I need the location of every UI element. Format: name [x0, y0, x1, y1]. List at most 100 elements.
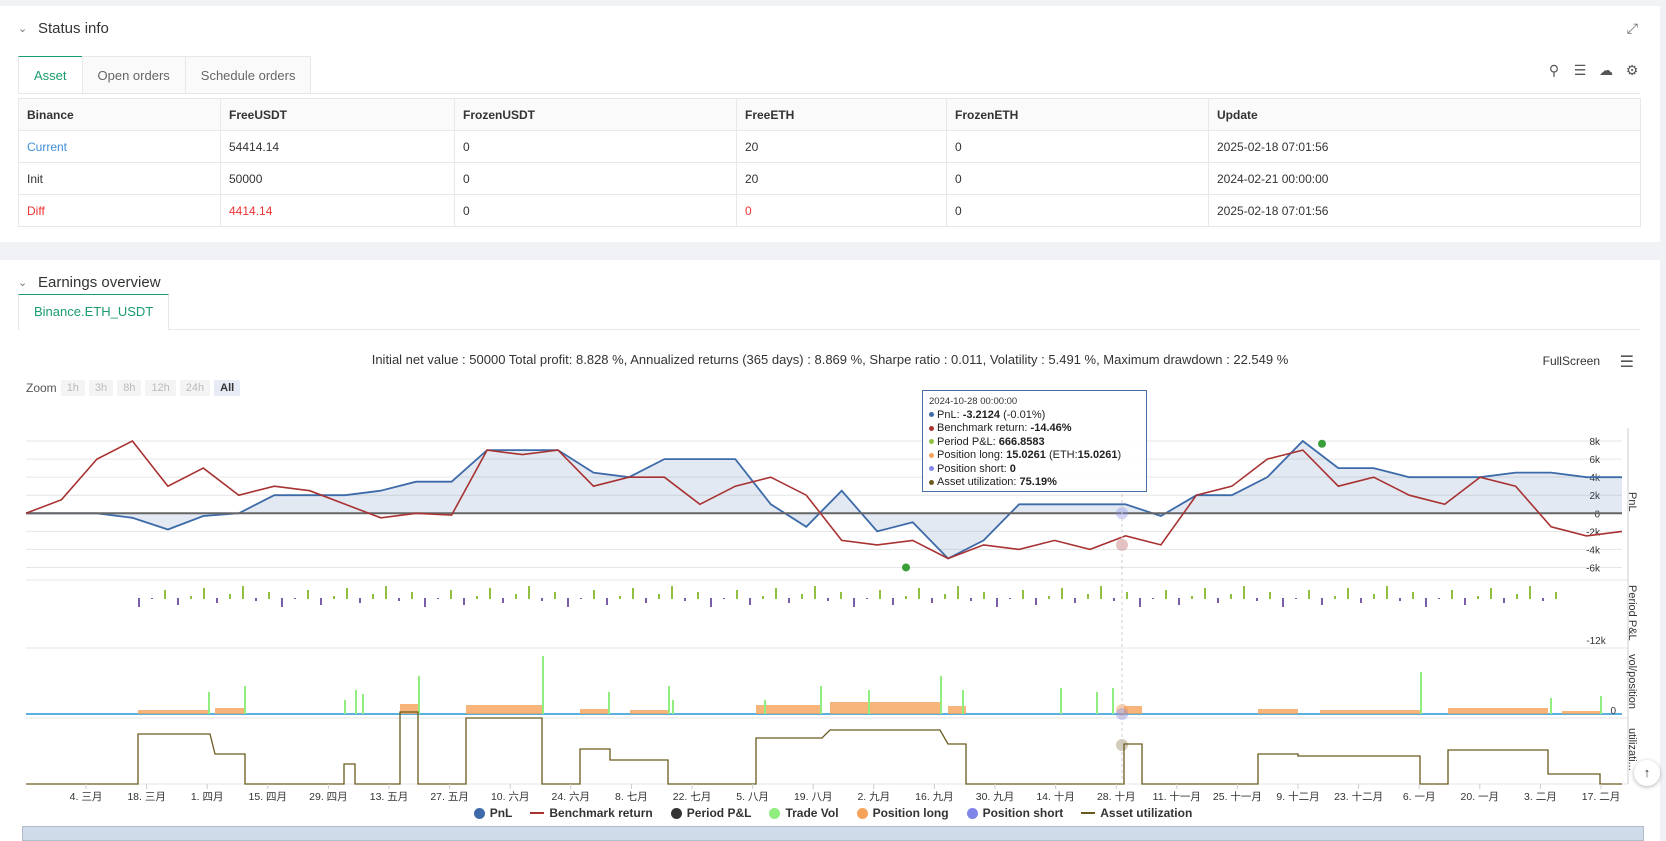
x-tick-label: 16. 九月	[915, 791, 954, 803]
x-tick-label: 24. 六月	[552, 791, 591, 803]
max-marker	[1318, 439, 1326, 448]
period-bar	[1464, 598, 1466, 605]
tooltip-long: Position long: 15.0261 (ETH:15.0261)	[929, 449, 1140, 463]
period-bar	[957, 586, 959, 599]
period-bar	[489, 588, 491, 599]
period-bar	[632, 588, 634, 599]
period-bar	[1022, 590, 1024, 599]
period-bar	[268, 592, 270, 599]
earnings-chart[interactable]: 8k6k4k2k0-2k-4k-6k-12k04. 三月 18. 三月 1. 四月 1…	[0, 0, 1666, 841]
period-bar	[840, 592, 842, 599]
period-bar	[138, 598, 140, 607]
position-long-bar	[580, 709, 610, 714]
period-bar	[1308, 590, 1310, 599]
period-bar	[151, 598, 153, 599]
tooltip-short: Position short: 0	[929, 463, 1140, 477]
legend-benchmark[interactable]: Benchmark return	[530, 806, 653, 820]
position-long-bar	[466, 705, 542, 714]
y-title-period: Period P&L	[1626, 585, 1638, 641]
period-bar	[814, 586, 816, 599]
period-bar	[359, 598, 361, 603]
period-bar	[1035, 598, 1037, 605]
period-bar	[1217, 598, 1219, 603]
x-tick-label: 28. 十月	[1097, 790, 1136, 803]
legend-long[interactable]: Position long	[856, 806, 949, 820]
period-bar	[372, 594, 374, 599]
period-bar	[619, 596, 621, 599]
period-bar	[190, 596, 192, 599]
trade-vol-bar	[608, 692, 610, 714]
legend-short[interactable]: Position short	[966, 806, 1063, 820]
legend-util[interactable]: Asset utilization	[1081, 806, 1192, 820]
legend-period[interactable]: Period P&L	[670, 806, 751, 820]
legend-trade-vol[interactable]: Trade Vol	[769, 806, 839, 820]
period-bar	[1490, 588, 1492, 599]
x-tick-label: 3. 二月	[1524, 791, 1557, 803]
y-tick-label: 0	[1610, 706, 1616, 717]
trade-vol-bar	[820, 686, 822, 714]
period-bar	[866, 598, 868, 599]
period-bar	[905, 596, 907, 599]
x-tick-label: 19. 八月	[794, 791, 833, 803]
period-bar	[437, 598, 439, 599]
x-tick-label: 5. 八月	[736, 791, 769, 803]
period-bar	[1334, 596, 1336, 599]
period-bar	[1321, 598, 1323, 605]
trade-vol-bar	[1600, 696, 1602, 714]
period-bar	[541, 598, 543, 601]
trade-vol-bar	[1060, 688, 1062, 714]
tooltip-pnl: PnL: -3.2124 (-0.01%)	[929, 409, 1140, 423]
min-marker	[902, 563, 910, 572]
period-bar	[879, 590, 881, 599]
period-bar	[567, 598, 569, 607]
trade-vol-bar	[1550, 698, 1552, 714]
period-bar	[1152, 598, 1154, 599]
period-bar	[1243, 586, 1245, 599]
period-bar	[723, 598, 725, 599]
period-bar	[1373, 594, 1375, 599]
period-bar	[1009, 598, 1011, 599]
x-tick-label: 11. 十一月	[1153, 790, 1201, 803]
period-bar	[242, 586, 244, 599]
period-bar	[1542, 598, 1544, 601]
period-bar	[762, 596, 764, 599]
period-bar	[697, 592, 699, 599]
period-bar	[203, 588, 205, 599]
period-bar	[1178, 598, 1180, 605]
x-tick-label: 22. 七月	[673, 791, 712, 803]
period-bar	[1100, 586, 1102, 599]
tooltip-date: 2024-10-28 00:00:00	[929, 396, 1018, 407]
position-long-bar	[1448, 708, 1548, 714]
chart-navigator[interactable]	[22, 826, 1644, 841]
period-bar	[918, 588, 920, 599]
x-tick-label: 6. 一月	[1403, 791, 1436, 803]
tooltip-bench: Benchmark return: -14.46%	[929, 422, 1140, 436]
x-tick-label: 10. 六月	[491, 791, 530, 803]
trade-vol-bar	[344, 700, 346, 714]
period-bar	[1399, 598, 1401, 601]
trade-vol-bar	[868, 690, 870, 714]
trade-vol-bar	[208, 692, 210, 714]
chart-tooltip: 2024-10-28 00:00:00 PnL: -3.2124 (-0.01%…	[922, 390, 1147, 492]
period-bar	[307, 590, 309, 599]
period-bar	[294, 598, 296, 599]
period-bar	[645, 598, 647, 603]
period-bar	[164, 590, 166, 599]
trade-vol-bar	[1096, 692, 1098, 714]
scroll-top-button[interactable]: ↑	[1634, 760, 1660, 786]
period-bar	[853, 598, 855, 607]
period-bar	[1230, 594, 1232, 599]
legend-pnl[interactable]: PnL	[473, 806, 512, 820]
period-bar	[931, 598, 933, 603]
trade-vol-bar	[764, 700, 766, 714]
x-tick-label: 13. 五月	[370, 791, 409, 803]
period-bar	[749, 598, 751, 605]
period-bar	[892, 598, 894, 605]
period-bar	[593, 590, 595, 599]
period-bar	[216, 598, 218, 603]
x-tick-label: 2. 九月	[857, 791, 890, 803]
period-bar	[1425, 598, 1427, 607]
x-tick-label: 23. 十二月	[1334, 790, 1383, 803]
period-bar	[1061, 588, 1063, 599]
trade-vol-bar	[668, 686, 670, 714]
